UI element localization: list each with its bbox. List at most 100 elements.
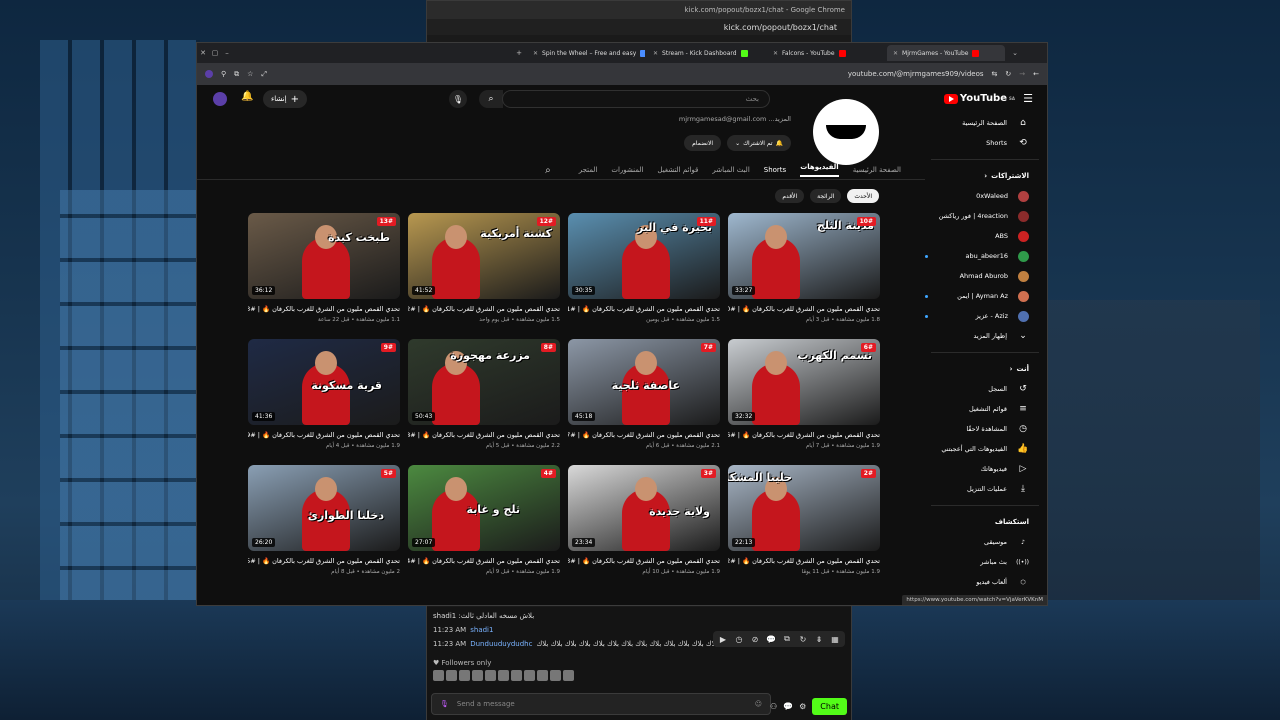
tab-home[interactable]: الصفحة الرئيسية [853, 166, 901, 174]
emote[interactable] [498, 670, 509, 681]
video-title[interactable]: تحدي القمص مليون من الشرق للغرب بالكرفان… [408, 431, 560, 439]
sidebar-item-watch-later[interactable]: ◷ المشاهدة لاحقًا [925, 419, 1039, 439]
emote[interactable] [537, 670, 548, 681]
chip-popular[interactable]: الرائجة [810, 189, 842, 203]
emote[interactable] [433, 670, 444, 681]
chat-username[interactable]: shadi1 [470, 626, 493, 634]
video-thumbnail[interactable]: مدينة الثلج 10# 33:27 [728, 213, 880, 299]
video-title[interactable]: تحدي القمص مليون من الشرق للغرب بالكرفان… [248, 305, 400, 313]
video-thumbnail[interactable]: مزرعة مهجورة 8# 50:43 [408, 339, 560, 425]
chat-icon[interactable]: 💬 [765, 633, 777, 645]
bookmark-star-icon[interactable]: ☆ [247, 70, 253, 78]
subscribed-button[interactable]: ⌄ تم الاشتراك 🔔 [727, 135, 791, 151]
emote[interactable] [472, 670, 483, 681]
users-icon[interactable]: ⚇ [770, 702, 777, 711]
video-thumbnail[interactable]: بحيرة في البر 11# 30:35 [568, 213, 720, 299]
play-icon[interactable]: ▶ [717, 633, 729, 645]
send-chat-button[interactable]: Chat [812, 698, 847, 715]
tab-mjrmgames-youtube[interactable]: ✕ MjrmGames - YouTube [887, 45, 1005, 61]
close-tab-icon[interactable]: ✕ [893, 50, 898, 57]
tab-search-icon[interactable]: ⌄ [1009, 49, 1021, 57]
sidebar-item-like[interactable]: 👍 الفيديوهات التي أعجبتني [925, 439, 1039, 459]
video-thumbnail[interactable]: ثلج و غابة 4# 27:07 [408, 465, 560, 551]
tab-videos[interactable]: الفيديوهات [800, 163, 839, 177]
join-button[interactable]: الانضمام [684, 135, 722, 151]
create-button[interactable]: إنشاء + [263, 90, 307, 108]
tab-posts[interactable]: المنشورات [611, 166, 643, 174]
video-card[interactable]: بحيرة في البر 11# 30:35 تحدي القمص مليون… [568, 213, 720, 323]
sidebar-item-live[interactable]: ((•)) بث مباشر [925, 552, 1039, 572]
search-input[interactable]: بحث [502, 90, 770, 108]
sidebar-item-download[interactable]: ⤓ عمليات التنزيل [925, 479, 1039, 499]
profile-icon[interactable] [205, 70, 213, 78]
sidebar-item-playlists[interactable]: ≡ قوائم التشغيل [925, 399, 1039, 419]
emote[interactable] [524, 670, 535, 681]
emote[interactable] [459, 670, 470, 681]
minimize-icon[interactable]: – [221, 49, 233, 57]
sidebar-subscription[interactable]: 0xWaleed [925, 186, 1039, 206]
maximize-icon[interactable]: ▢ [209, 49, 221, 57]
video-title[interactable]: تحدي القمص مليون من الشرق للغرب بالكرفان… [568, 305, 720, 313]
emote[interactable] [485, 670, 496, 681]
video-thumbnail[interactable]: دخلنا الطوارئ 5# 26:20 [248, 465, 400, 551]
channel-avatar[interactable] [813, 99, 879, 165]
video-title[interactable]: تحدي القمص مليون من الشرق للغرب بالكرفان… [248, 557, 400, 565]
video-card[interactable]: دخلنا الطوارئ 5# 26:20 تحدي القمص مليون … [248, 465, 400, 575]
video-thumbnail[interactable]: قرية مسكونة 9# 41:36 [248, 339, 400, 425]
sidebar-item-history[interactable]: ↺ السجل [925, 379, 1039, 399]
ban-icon[interactable]: ⊘ [749, 633, 761, 645]
search-icon[interactable]: ⌕ [479, 90, 503, 108]
video-card[interactable]: ولاية جديدة 3# 23:34 تحدي القمص مليون من… [568, 465, 720, 575]
emote[interactable] [511, 670, 522, 681]
comment-icon[interactable]: 💬 [783, 702, 793, 711]
video-card[interactable]: قرية مسكونة 9# 41:36 تحدي القمص مليون من… [248, 339, 400, 449]
avatar[interactable] [213, 92, 227, 106]
emoji-icon[interactable]: ☺ [755, 700, 762, 708]
video-card[interactable]: حلينا المشكلة 2# 22:13 تحدي القمص مليون … [728, 465, 880, 575]
video-card[interactable]: كشتة أمريكية 12# 41:52 تحدي القمص مليون … [408, 213, 560, 323]
sidebar-item-gaming[interactable]: ⬡ ألعاب فيديو [925, 572, 1039, 592]
video-title[interactable]: تحدي القمص مليون من الشرق للغرب بالكرفان… [568, 557, 720, 565]
close-tab-icon[interactable]: ✕ [773, 50, 778, 57]
sidebar-item-your-videos[interactable]: ▷ فيديوهاتك [925, 459, 1039, 479]
youtube-logo[interactable]: YouTube SA [943, 93, 1015, 104]
sidebar-item-home[interactable]: ⌂ الصفحة الرئيسية [925, 113, 1039, 133]
sidebar-subscription[interactable]: abu_abeer16 [925, 246, 1039, 266]
settings-icon[interactable]: ⚙ [799, 702, 806, 711]
video-card[interactable]: تسمم الكهرب 6# 32:32 تحدي القمص مليون من… [728, 339, 880, 449]
tab-spin-wheel[interactable]: ✕ Spin the Wheel – Free and easy [527, 45, 645, 61]
video-thumbnail[interactable]: عاصفة ثلجية 7# 45:18 [568, 339, 720, 425]
sidebar-subscription[interactable]: Aziz - عزيز [925, 306, 1039, 326]
video-card[interactable]: طبخت كبدة 13# 36:12 تحدي القمص مليون من … [248, 213, 400, 323]
kick-window-url[interactable]: kick.com/popout/bozx1/chat [427, 19, 851, 35]
timeout-icon[interactable]: ◷ [733, 633, 745, 645]
close-tab-icon[interactable]: ✕ [533, 50, 538, 57]
sidebar-item-music[interactable]: ♪ موسيقى [925, 532, 1039, 552]
puzzle-icon[interactable]: ⧉ [234, 70, 239, 79]
delete-icon[interactable]: ▦ [829, 633, 841, 645]
tab-kick-dashboard[interactable]: ✕ Stream - Kick Dashboard [647, 45, 765, 61]
video-thumbnail[interactable]: ولاية جديدة 3# 23:34 [568, 465, 720, 551]
sidebar-show-more[interactable]: ⌄ إظهار المزيد [925, 326, 1039, 346]
voice-search-icon[interactable]: 🎙 [449, 90, 467, 108]
chip-latest[interactable]: الأحدث [847, 189, 879, 203]
reload-icon[interactable]: ↻ [1005, 70, 1011, 78]
screenshot-icon[interactable]: ⤢ [261, 70, 267, 79]
chat-username[interactable]: Dunduuduydudhc [470, 640, 532, 648]
video-card[interactable]: عاصفة ثلجية 7# 45:18 تحدي القمص مليون من… [568, 339, 720, 449]
video-thumbnail[interactable]: حلينا المشكلة 2# 22:13 [728, 465, 880, 551]
sidebar-subscription[interactable]: 4reaction | فور رياكشن [925, 206, 1039, 226]
video-title[interactable]: تحدي القمص مليون من الشرق للغرب بالكرفان… [568, 431, 720, 439]
tab-live[interactable]: البث المباشر [712, 166, 749, 174]
sidebar-you-header[interactable]: أنت ‹ [925, 359, 1039, 379]
channel-search-icon[interactable]: ⌕ [545, 165, 551, 176]
tab-store[interactable]: المتجر [579, 166, 598, 174]
close-tab-icon[interactable]: ✕ [653, 50, 658, 57]
close-window-icon[interactable]: ✕ [197, 49, 209, 57]
new-tab-icon[interactable]: + [513, 49, 525, 57]
chat-input[interactable]: 🎙 Send a message ☺ [431, 693, 771, 715]
video-title[interactable]: تحدي القمص مليون من الشرق للغرب بالكرفان… [728, 431, 880, 439]
pin-icon[interactable]: ⇟ [813, 633, 825, 645]
back-icon[interactable]: ← [1033, 70, 1039, 78]
copy-icon[interactable]: ⧉ [781, 633, 793, 645]
